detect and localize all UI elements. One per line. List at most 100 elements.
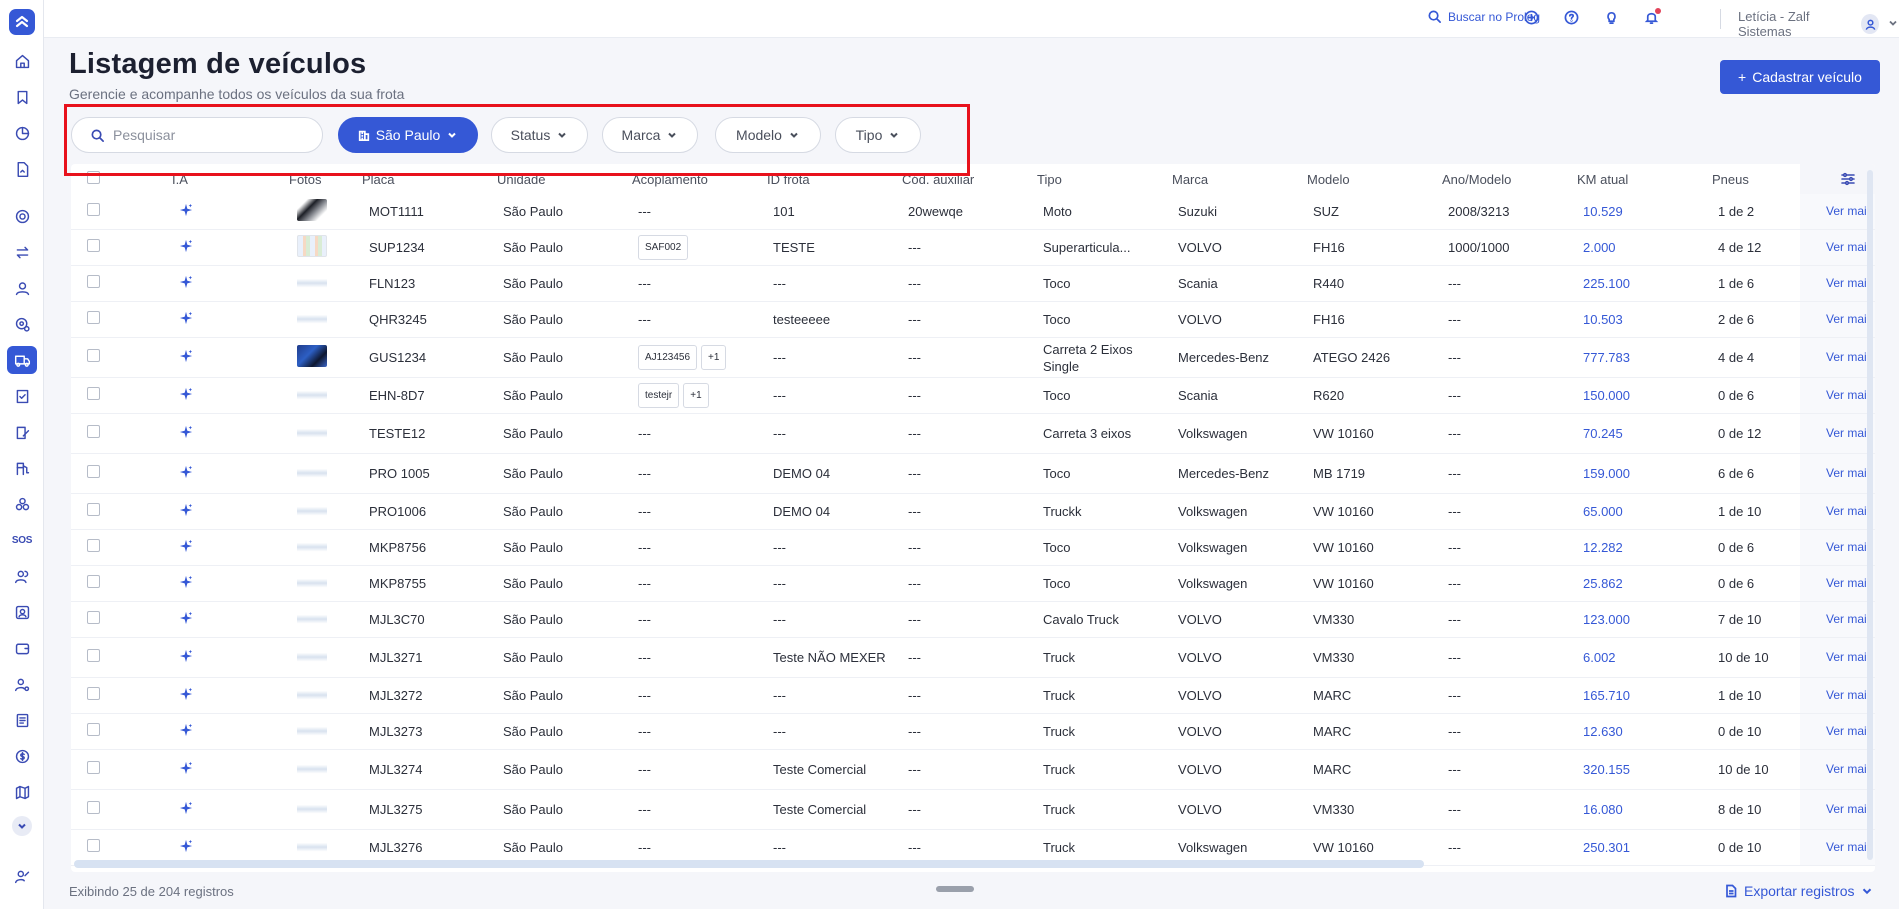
vehicles-icon[interactable]: [7, 346, 37, 374]
map-icon[interactable]: [11, 781, 33, 803]
vehicle-photo[interactable]: [227, 270, 362, 297]
vehicle-photo[interactable]: [227, 198, 362, 225]
ai-sparkle-icon[interactable]: [119, 723, 227, 741]
vehicle-photo[interactable]: [227, 344, 362, 371]
row-checkbox[interactable]: [71, 465, 119, 482]
maintenance-icon[interactable]: [11, 421, 33, 443]
ai-sparkle-icon[interactable]: [119, 387, 227, 405]
driver-icon[interactable]: [11, 277, 33, 299]
view-more-link[interactable]: Ver mais: [1826, 611, 1873, 628]
vehicle-photo[interactable]: [227, 570, 362, 597]
view-more-link[interactable]: Ver mais: [1826, 801, 1873, 818]
checklist-icon[interactable]: [11, 385, 33, 407]
view-more-link[interactable]: Ver mais: [1826, 575, 1873, 592]
ai-sparkle-icon[interactable]: [119, 239, 227, 257]
add-circle-icon[interactable]: [1524, 10, 1540, 26]
help-icon[interactable]: [1564, 10, 1580, 26]
coupling-tag[interactable]: +1: [683, 383, 709, 408]
drag-handle[interactable]: [936, 886, 974, 892]
row-checkbox[interactable]: [71, 425, 119, 442]
ai-sparkle-icon[interactable]: [119, 465, 227, 483]
table-row[interactable]: MOT1111 São Paulo --- 101 20wewqe Moto Suzuki S…: [71, 194, 1875, 230]
transfer-icon[interactable]: [11, 241, 33, 263]
contacts-icon[interactable]: [11, 601, 33, 623]
vehicle-photo[interactable]: [227, 234, 362, 261]
view-more-link[interactable]: Ver mais: [1826, 839, 1873, 856]
ai-sparkle-icon[interactable]: [119, 839, 227, 857]
table-row[interactable]: MKP8755 São Paulo --- --- --- Toco Volkswagen V…: [71, 566, 1875, 602]
view-more-link[interactable]: Ver mais: [1826, 723, 1873, 740]
vehicle-photo[interactable]: [227, 306, 362, 333]
ai-sparkle-icon[interactable]: [119, 425, 227, 443]
vertical-scrollbar[interactable]: [1867, 170, 1873, 860]
horizontal-scrollbar[interactable]: [74, 860, 1424, 868]
ai-sparkle-icon[interactable]: [119, 801, 227, 819]
table-row[interactable]: SUP1234 São Paulo SAF002 TESTE --- Superartic…: [71, 230, 1875, 266]
tire-settings-icon[interactable]: [11, 313, 33, 335]
vehicle-photo[interactable]: [227, 460, 362, 487]
vehicle-photo[interactable]: [227, 534, 362, 561]
modules-icon[interactable]: [11, 493, 33, 515]
row-checkbox[interactable]: [71, 611, 119, 628]
vehicle-photo[interactable]: [227, 382, 362, 409]
user-menu[interactable]: Letícia - Zalf Sistemas: [1738, 9, 1899, 39]
row-checkbox[interactable]: [71, 687, 119, 704]
table-row[interactable]: MKP8756 São Paulo --- --- --- Toco Volkswagen V…: [71, 530, 1875, 566]
header-km-atual[interactable]: KM atual: [1577, 171, 1712, 188]
sos-icon[interactable]: SOS: [11, 529, 33, 551]
bookmark-icon[interactable]: [11, 86, 33, 108]
coupling-tag[interactable]: testejr: [638, 383, 680, 408]
row-checkbox[interactable]: [71, 503, 119, 520]
row-checkbox[interactable]: [71, 723, 119, 740]
home-icon[interactable]: [11, 50, 33, 72]
view-more-link[interactable]: Ver mais: [1826, 761, 1873, 778]
vehicle-photo[interactable]: [227, 718, 362, 745]
header-modelo[interactable]: Modelo: [1307, 171, 1442, 188]
header-tipo[interactable]: Tipo: [1037, 171, 1172, 188]
view-more-link[interactable]: Ver mais: [1826, 465, 1873, 482]
notifications-bell-icon[interactable]: [1644, 8, 1661, 26]
export-records-button[interactable]: Exportar registros: [1724, 883, 1874, 899]
vehicle-photo[interactable]: [227, 606, 362, 633]
row-checkbox[interactable]: [71, 649, 119, 666]
ai-sparkle-icon[interactable]: [119, 503, 227, 521]
row-checkbox[interactable]: [71, 239, 119, 256]
table-row[interactable]: EHN-8D7 São Paulo testejr +1 --- --- Toco Scani…: [71, 378, 1875, 414]
table-row[interactable]: MJL3C70 São Paulo --- --- --- Cavalo Truck VOL…: [71, 602, 1875, 638]
view-more-link[interactable]: Ver mais: [1826, 349, 1873, 366]
view-more-link[interactable]: Ver mais: [1826, 311, 1873, 328]
view-more-link[interactable]: Ver mais: [1826, 275, 1873, 292]
ai-sparkle-icon[interactable]: [119, 687, 227, 705]
add-vehicle-button[interactable]: + Cadastrar veículo: [1720, 60, 1880, 94]
row-checkbox[interactable]: [71, 575, 119, 592]
ai-sparkle-icon[interactable]: [119, 611, 227, 629]
wallet-icon[interactable]: [11, 637, 33, 659]
ai-sparkle-icon[interactable]: [119, 539, 227, 557]
vehicle-photo[interactable]: [227, 682, 362, 709]
table-row[interactable]: MJL3271 São Paulo --- Teste NÃO MEXER --- Tru…: [71, 638, 1875, 678]
finance-icon[interactable]: [11, 745, 33, 767]
lightbulb-icon[interactable]: [1604, 10, 1620, 26]
table-row[interactable]: TESTE12 São Paulo --- --- --- Carreta 3 eixos…: [71, 414, 1875, 454]
table-row[interactable]: FLN123 São Paulo --- --- --- Toco Scania R440 --…: [71, 266, 1875, 302]
view-more-link[interactable]: Ver mais: [1826, 503, 1873, 520]
row-checkbox[interactable]: [71, 839, 119, 856]
ai-sparkle-icon[interactable]: [119, 203, 227, 221]
row-checkbox[interactable]: [71, 387, 119, 404]
row-checkbox[interactable]: [71, 349, 119, 366]
table-row[interactable]: MJL3274 São Paulo --- Teste Comercial --- Tru…: [71, 750, 1875, 790]
row-checkbox[interactable]: [71, 761, 119, 778]
vehicle-photo[interactable]: [227, 420, 362, 447]
view-more-link[interactable]: Ver mais: [1826, 239, 1873, 256]
view-more-link[interactable]: Ver mais: [1826, 649, 1873, 666]
header-pneus[interactable]: Pneus: [1712, 171, 1800, 188]
report-icon[interactable]: [11, 158, 33, 180]
row-checkbox[interactable]: [71, 275, 119, 292]
row-checkbox[interactable]: [71, 203, 119, 220]
ai-sparkle-icon[interactable]: [119, 275, 227, 293]
ai-sparkle-icon[interactable]: [119, 575, 227, 593]
vehicle-photo[interactable]: [227, 796, 362, 823]
view-more-link[interactable]: Ver mais: [1826, 425, 1873, 442]
vehicle-photo[interactable]: [227, 644, 362, 671]
view-more-link[interactable]: Ver mais: [1826, 687, 1873, 704]
